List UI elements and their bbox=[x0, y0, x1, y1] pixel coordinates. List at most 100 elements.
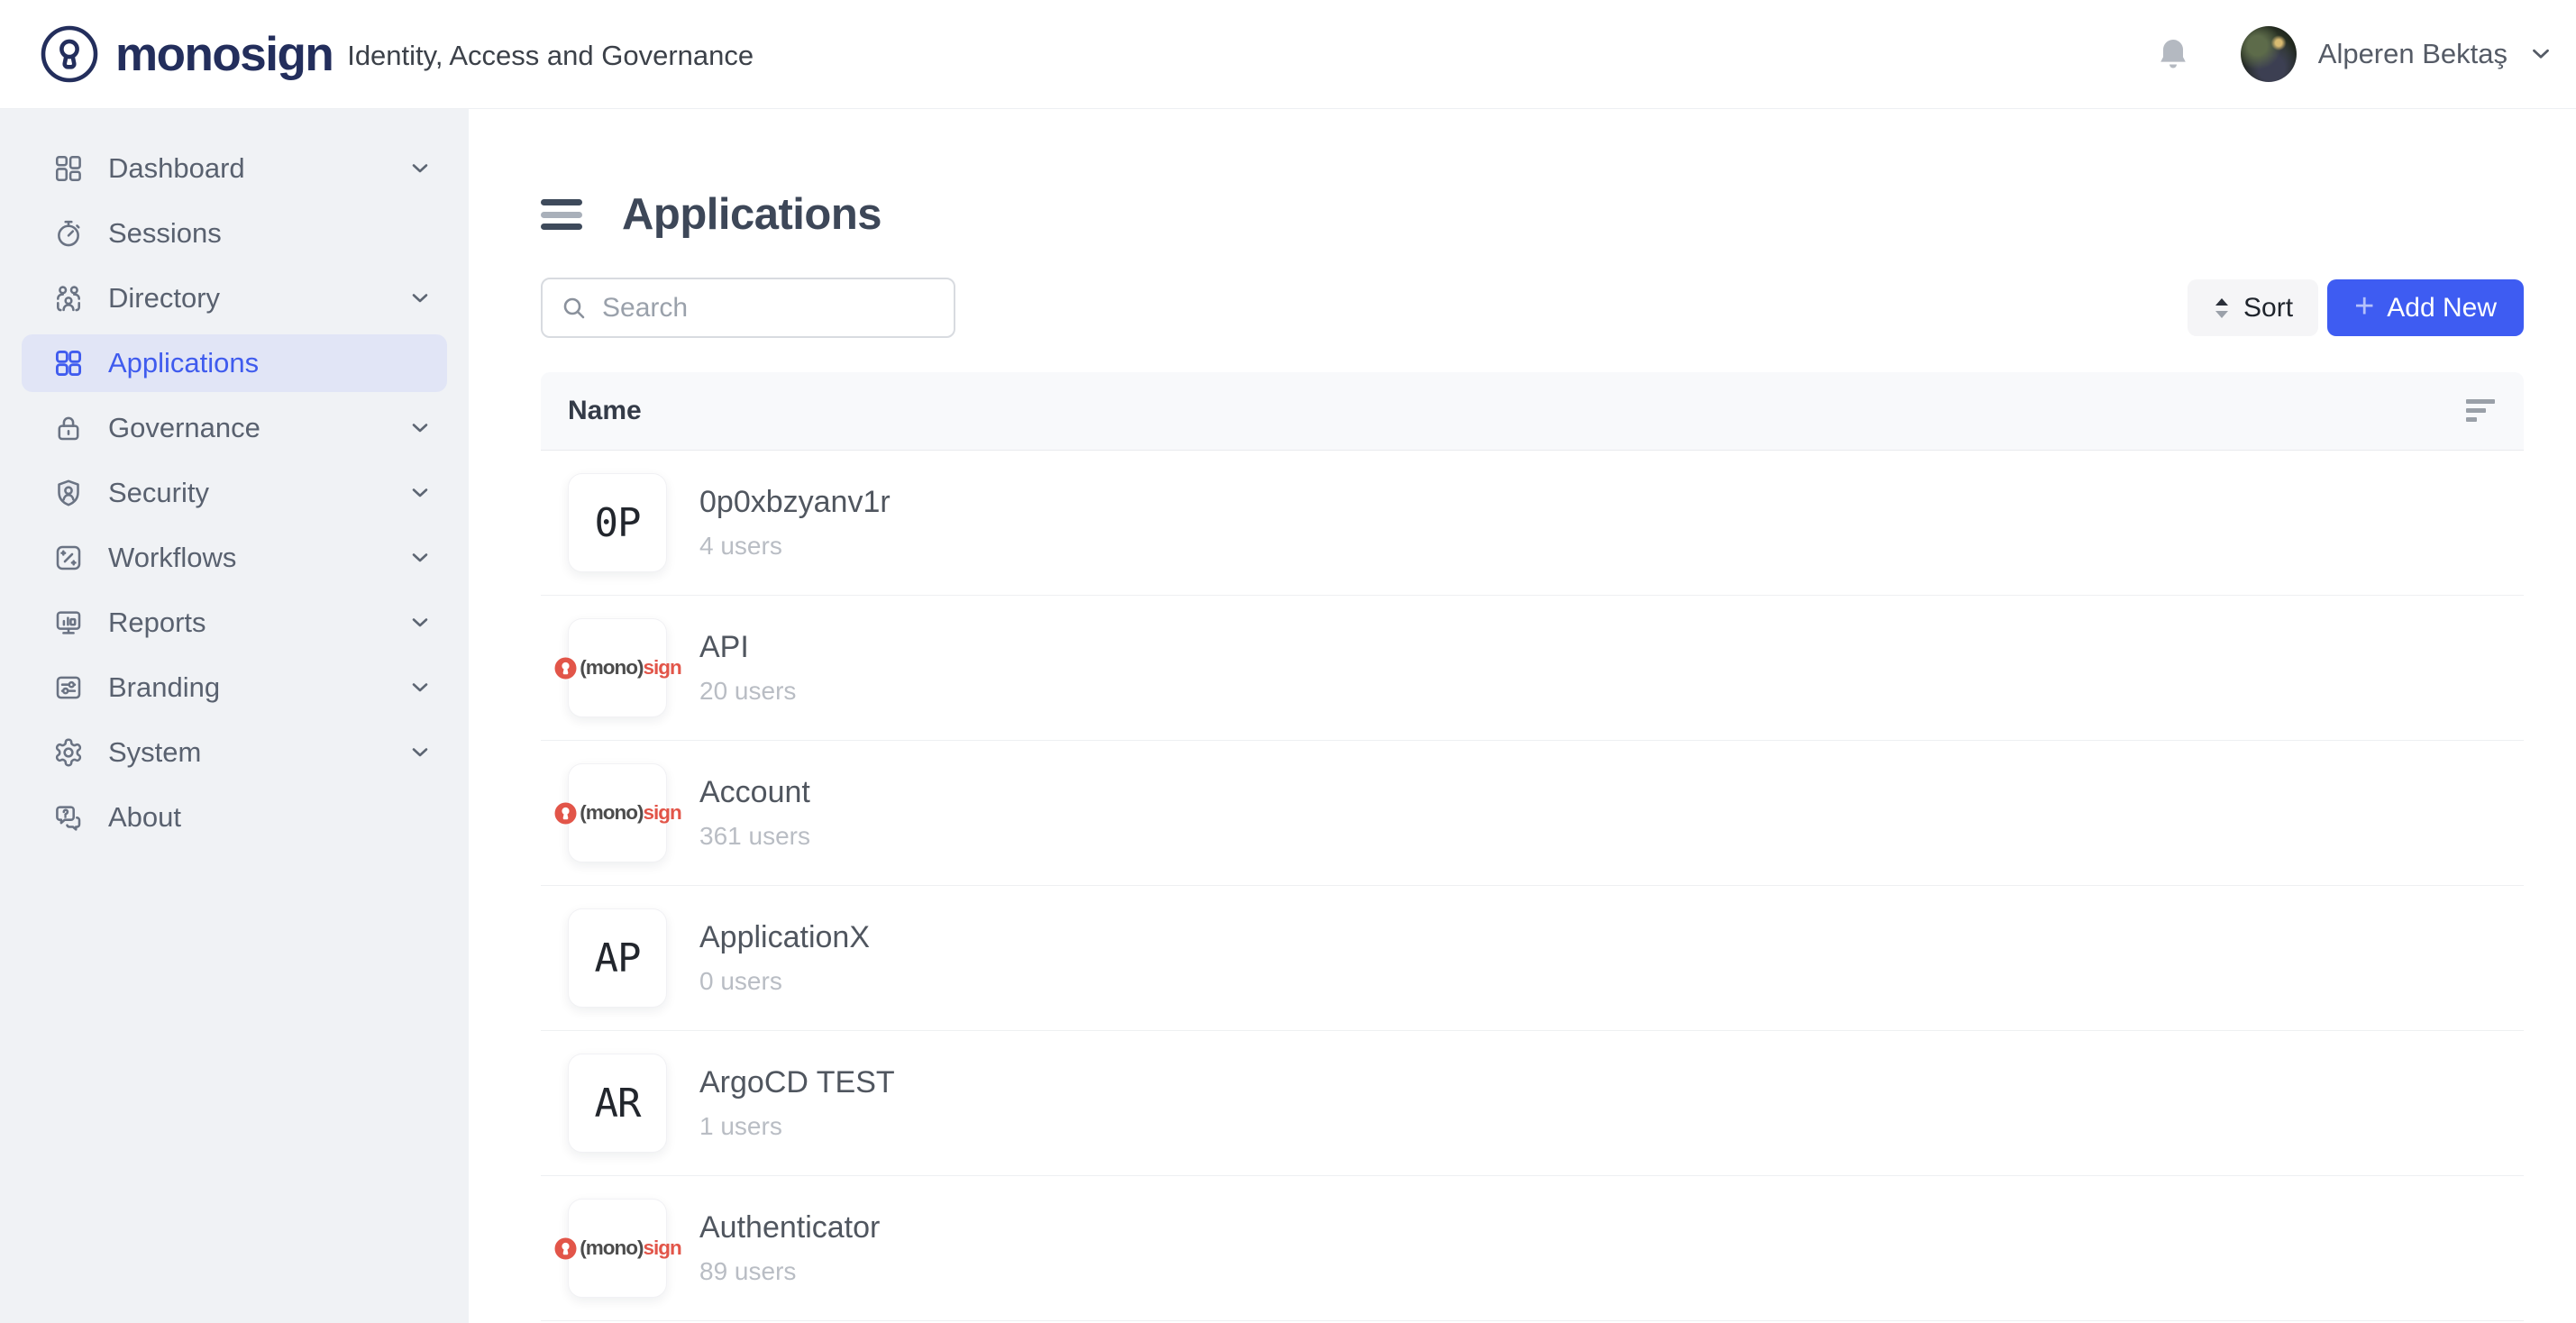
monosign-app-logo: (mono)sign bbox=[553, 1236, 681, 1261]
app-icon-card: AP bbox=[568, 908, 667, 1008]
sidebar-item-system[interactable]: System bbox=[22, 724, 447, 781]
app-monogram: 0P bbox=[595, 500, 641, 546]
users-icon bbox=[52, 282, 85, 315]
sidebar-item-label: Workflows bbox=[108, 542, 236, 574]
chat-question-icon bbox=[52, 801, 85, 834]
wand-card-icon bbox=[52, 542, 85, 574]
brand-tagline: Identity, Access and Governance bbox=[347, 40, 754, 72]
mini-logo-text: (mono) bbox=[580, 801, 643, 825]
sidebar-item-label: Security bbox=[108, 477, 209, 509]
monosign-app-logo: (mono)sign bbox=[553, 656, 681, 680]
chevron-down-icon bbox=[407, 286, 433, 311]
main-content: Applications Sort + Add New Name bbox=[469, 109, 2576, 1323]
chevron-down-icon bbox=[407, 675, 433, 700]
app-icon-card: (mono)sign bbox=[568, 618, 667, 717]
keyhole-icon bbox=[553, 656, 578, 680]
sidebar-item-label: Reports bbox=[108, 607, 206, 639]
monosign-app-logo: (mono)sign bbox=[553, 801, 681, 826]
table-row[interactable]: (mono)sign Account 361 users bbox=[541, 741, 2524, 886]
gear-icon bbox=[52, 736, 85, 769]
sidebar-item-label: Sessions bbox=[108, 217, 222, 250]
sort-button-label: Sort bbox=[2243, 293, 2293, 324]
table-row[interactable]: (mono)sign API 20 users bbox=[541, 596, 2524, 741]
mini-logo-text: (mono) bbox=[580, 1236, 643, 1260]
sidebar: Dashboard Sessions Directory Application… bbox=[0, 109, 469, 1323]
sort-arrows-icon bbox=[2213, 297, 2231, 320]
sidebar-item-sessions[interactable]: Sessions bbox=[22, 205, 447, 262]
sidebar-item-reports[interactable]: Reports bbox=[22, 594, 447, 652]
notification-bell-icon[interactable] bbox=[2156, 36, 2190, 72]
search-input[interactable] bbox=[602, 293, 936, 324]
app-user-count: 20 users bbox=[699, 677, 796, 706]
add-new-button-label: Add New bbox=[2387, 293, 2497, 324]
app-user-count: 89 users bbox=[699, 1257, 880, 1286]
plus-icon: + bbox=[2354, 289, 2374, 324]
chevron-down-icon[interactable] bbox=[2527, 41, 2554, 68]
sidebar-item-label: Directory bbox=[108, 282, 220, 315]
shield-user-icon bbox=[52, 477, 85, 509]
top-bar: monosign Identity, Access and Governance… bbox=[0, 0, 2576, 109]
app-monogram: AR bbox=[595, 1081, 641, 1127]
sort-button[interactable]: Sort bbox=[2188, 279, 2318, 336]
chevron-down-icon bbox=[407, 610, 433, 635]
sidebar-item-branding[interactable]: Branding bbox=[22, 659, 447, 716]
table-row[interactable]: AP ApplicationX 0 users bbox=[541, 886, 2524, 1031]
app-icon-card: 0P bbox=[568, 473, 667, 572]
app-icon-card: AR bbox=[568, 1054, 667, 1153]
sliders-icon bbox=[52, 671, 85, 704]
user-name: Alperen Bektaş bbox=[2318, 38, 2507, 70]
app-name: Account bbox=[699, 775, 810, 810]
sidebar-item-governance[interactable]: Governance bbox=[22, 399, 447, 457]
sidebar-item-label: Governance bbox=[108, 412, 260, 444]
mini-logo-sign: sign bbox=[643, 656, 681, 680]
filter-lines-icon[interactable] bbox=[2466, 399, 2497, 423]
monosign-logo-icon bbox=[40, 24, 99, 84]
sidebar-item-dashboard[interactable]: Dashboard bbox=[22, 140, 447, 197]
sidebar-item-security[interactable]: Security bbox=[22, 464, 447, 522]
table-row[interactable]: (mono)sign Authenticator 89 users bbox=[541, 1176, 2524, 1321]
monitor-chart-icon bbox=[52, 607, 85, 639]
page-title: Applications bbox=[622, 189, 882, 240]
table-row[interactable]: 0P 0p0xbzyanv1r 4 users bbox=[541, 451, 2524, 596]
app-name: Authenticator bbox=[699, 1210, 880, 1245]
mini-logo-sign: sign bbox=[643, 801, 681, 825]
sidebar-item-directory[interactable]: Directory bbox=[22, 269, 447, 327]
brand[interactable]: monosign bbox=[40, 24, 333, 84]
lock-icon bbox=[52, 412, 85, 444]
app-name: 0p0xbzyanv1r bbox=[699, 485, 891, 520]
app-icon-card: (mono)sign bbox=[568, 1199, 667, 1298]
sidebar-item-label: Applications bbox=[108, 347, 259, 379]
keyhole-icon bbox=[553, 1236, 578, 1261]
sidebar-item-label: Dashboard bbox=[108, 152, 245, 185]
sidebar-item-label: About bbox=[108, 801, 181, 834]
sidebar-item-workflows[interactable]: Workflows bbox=[22, 529, 447, 587]
chevron-down-icon bbox=[407, 545, 433, 570]
add-new-button[interactable]: + Add New bbox=[2327, 279, 2524, 336]
table-header: Name bbox=[541, 372, 2524, 451]
app-user-count: 4 users bbox=[699, 532, 891, 561]
mini-logo-sign: sign bbox=[643, 1236, 681, 1260]
menu-toggle-icon[interactable] bbox=[541, 199, 582, 230]
chevron-down-icon bbox=[407, 740, 433, 765]
app-name: API bbox=[699, 630, 796, 665]
sidebar-item-label: Branding bbox=[108, 671, 220, 704]
chevron-down-icon bbox=[407, 156, 433, 181]
stopwatch-icon bbox=[52, 217, 85, 250]
mini-logo-text: (mono) bbox=[580, 656, 643, 680]
search-box bbox=[541, 278, 955, 338]
app-monogram: AP bbox=[595, 935, 641, 981]
dashboard-icon bbox=[52, 152, 85, 185]
sidebar-item-label: System bbox=[108, 736, 201, 769]
search-icon bbox=[561, 295, 588, 322]
brand-name: monosign bbox=[115, 27, 333, 82]
user-avatar[interactable] bbox=[2241, 26, 2297, 82]
chevron-down-icon bbox=[407, 415, 433, 441]
sidebar-item-about[interactable]: About bbox=[22, 789, 447, 846]
table-row[interactable]: AR ArgoCD TEST 1 users bbox=[541, 1031, 2524, 1176]
app-user-count: 361 users bbox=[699, 822, 810, 851]
sidebar-item-applications[interactable]: Applications bbox=[22, 334, 447, 392]
app-icon-card: (mono)sign bbox=[568, 763, 667, 862]
applications-table: Name 0P 0p0xbzyanv1r 4 users bbox=[541, 372, 2524, 1321]
app-user-count: 0 users bbox=[699, 967, 870, 996]
chevron-down-icon bbox=[407, 480, 433, 506]
